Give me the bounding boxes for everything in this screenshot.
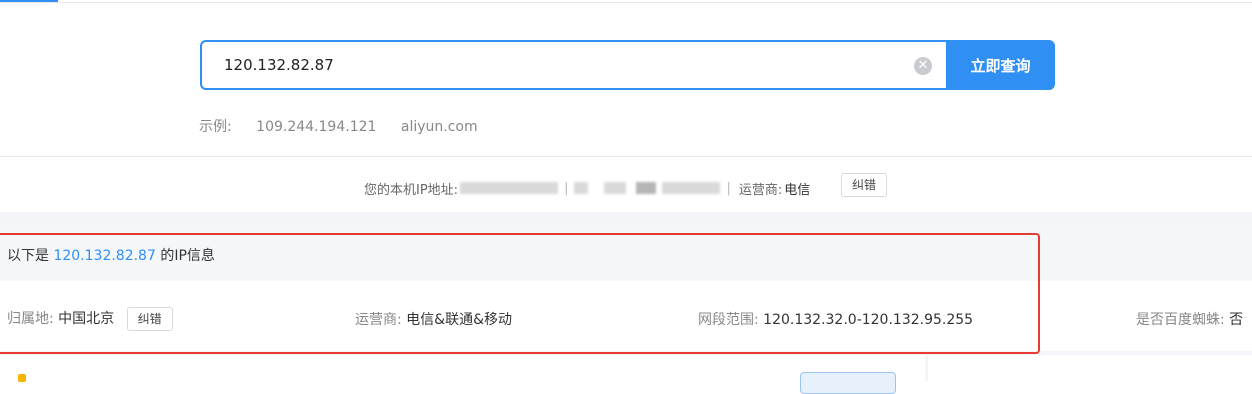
example-link-ip[interactable]: 109.244.194.121 <box>256 119 376 135</box>
redacted-text <box>574 182 589 194</box>
ip-search-input[interactable]: 120.132.82.87 ✕ <box>200 40 946 90</box>
example-link-domain[interactable]: aliyun.com <box>401 119 478 135</box>
redacted-text <box>662 182 721 194</box>
spider-value: 否 <box>1229 312 1244 328</box>
local-isp-label: 运营商: <box>738 182 783 198</box>
clear-icon[interactable]: ✕ <box>914 57 932 75</box>
example-label: 示例: <box>199 119 232 135</box>
local-ip-row: 您的本机IP地址: | | 运营商: 电信 <box>364 178 810 198</box>
top-divider <box>0 2 1252 3</box>
local-isp-value: 电信 <box>784 182 811 198</box>
section-divider <box>0 156 1252 157</box>
lower-panel-left <box>0 355 925 381</box>
separator: | <box>564 180 569 196</box>
lower-panel-button[interactable] <box>800 372 896 394</box>
example-row: 示例: 109.244.194.121 aliyun.com <box>199 116 498 136</box>
redacted-text <box>636 182 657 194</box>
separator: | <box>726 180 731 196</box>
spider-label: 是否百度蜘蛛: <box>1136 312 1225 328</box>
query-button[interactable]: 立即查询 <box>946 40 1055 90</box>
spider-field: 是否百度蜘蛛: 否 <box>1136 309 1243 329</box>
lower-panel-right <box>928 355 1252 381</box>
local-report-button[interactable]: 纠错 <box>841 173 888 197</box>
local-ip-label: 您的本机IP地址: <box>364 182 459 198</box>
redacted-ip <box>460 182 559 194</box>
redacted-text <box>604 182 627 194</box>
search-input-value: 120.132.82.87 <box>224 56 334 74</box>
highlight-box <box>0 233 1040 354</box>
